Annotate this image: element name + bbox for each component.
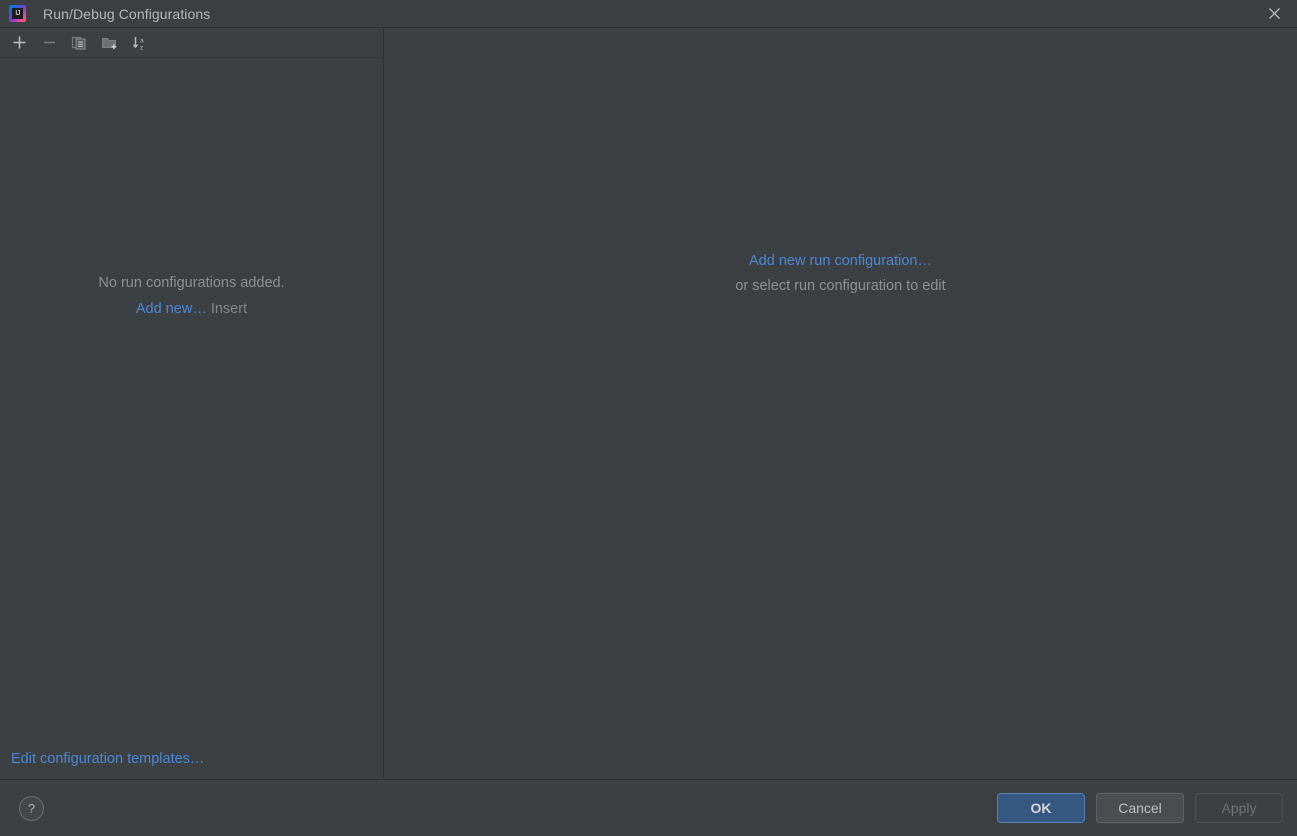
ok-button[interactable]: OK [997, 793, 1085, 823]
run-debug-configurations-dialog: IJ Run/Debug Configurations a z No run c… [0, 0, 1297, 836]
svg-text:z: z [140, 44, 143, 51]
editor-empty-state-subtitle: or select run configuration to edit [735, 278, 946, 294]
empty-state-message: No run configurations added. Add new… Ins… [0, 270, 383, 322]
help-button[interactable]: ? [19, 795, 44, 821]
add-configuration-button[interactable] [4, 30, 34, 56]
window-title: Run/Debug Configurations [43, 5, 211, 22]
close-icon[interactable] [1251, 0, 1297, 27]
svg-text:a: a [140, 37, 144, 44]
configurations-panel: a z No run configurations added. Add new… [0, 28, 384, 779]
editor-empty-state: Add new run configuration… or select run… [384, 249, 1297, 299]
configuration-editor-panel: Add new run configuration… or select run… [384, 28, 1297, 779]
edit-configuration-templates-link[interactable]: Edit configuration templates… [11, 751, 204, 767]
add-new-shortcut-hint: Insert [210, 301, 248, 317]
empty-state-action-row: Add new… Insert [0, 296, 383, 322]
new-folder-button[interactable] [94, 30, 124, 56]
add-new-link[interactable]: Add new… [136, 301, 207, 317]
empty-state-title: No run configurations added. [98, 275, 285, 291]
app-icon-label: IJ [12, 8, 23, 19]
configurations-list-empty-state: No run configurations added. Add new… Ins… [0, 58, 383, 779]
sort-configurations-button[interactable]: a z [124, 30, 154, 56]
remove-configuration-button[interactable] [34, 30, 64, 56]
apply-button: Apply [1195, 793, 1283, 823]
intellij-idea-logo-icon: IJ [9, 5, 26, 22]
dialog-body: a z No run configurations added. Add new… [0, 28, 1297, 779]
cancel-button[interactable]: Cancel [1096, 793, 1184, 823]
dialog-footer: ? OK Cancel Apply [0, 779, 1297, 836]
add-new-run-configuration-link[interactable]: Add new run configuration… [384, 249, 1297, 274]
footer-button-group: OK Cancel Apply [997, 793, 1283, 823]
copy-configuration-button[interactable] [64, 30, 94, 56]
configurations-toolbar: a z [0, 28, 383, 58]
title-bar: IJ Run/Debug Configurations [0, 0, 1297, 28]
